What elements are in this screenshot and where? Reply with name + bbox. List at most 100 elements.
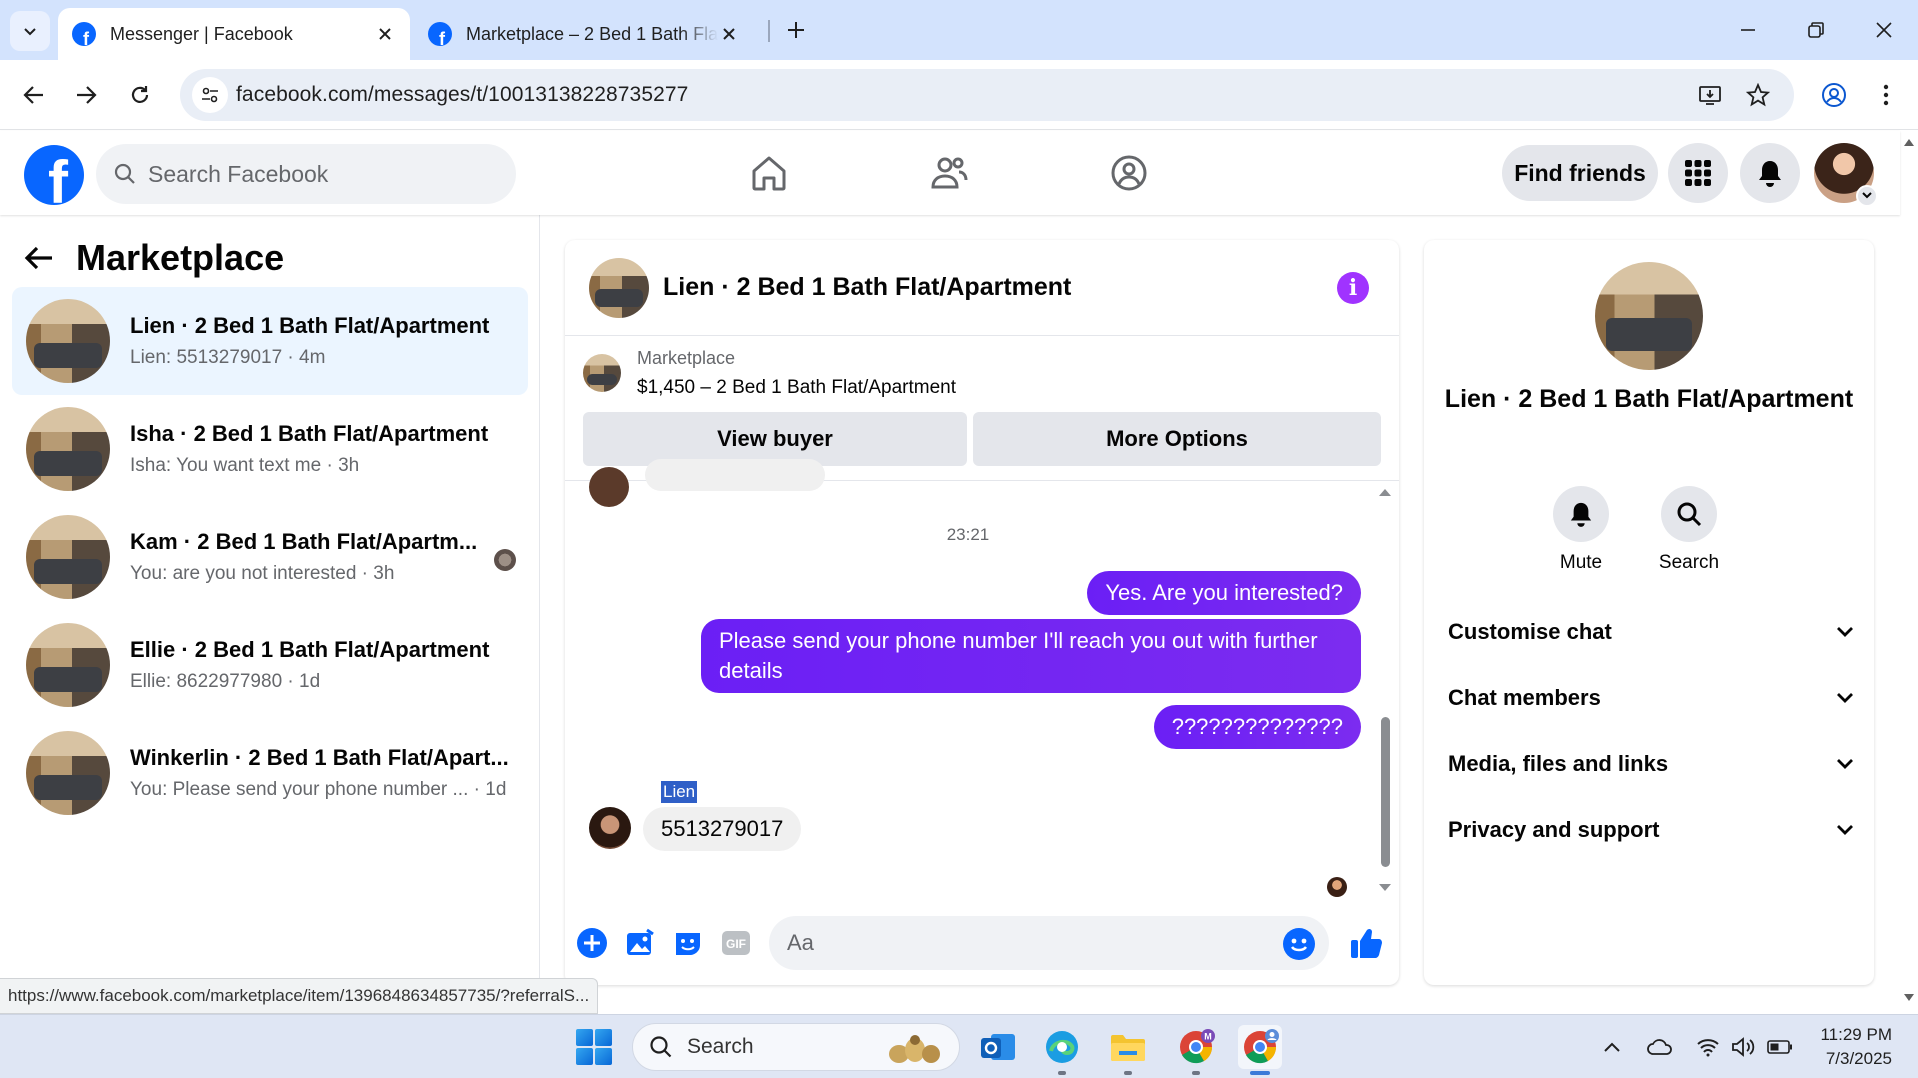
url-text: facebook.com/messages/t/1001313822873527… xyxy=(236,83,689,106)
wifi-icon xyxy=(1697,1039,1719,1057)
taskbar-search[interactable]: Search xyxy=(632,1023,960,1071)
nav-home[interactable] xyxy=(704,143,834,203)
minimize-button[interactable] xyxy=(1728,10,1768,50)
notifications-button[interactable] xyxy=(1740,143,1800,203)
attach-photo-button[interactable] xyxy=(623,926,657,960)
grid-menu-icon xyxy=(1685,160,1711,186)
listing-thumbnail xyxy=(26,407,110,491)
close-tab-icon[interactable] xyxy=(374,23,396,45)
message-bubble-incoming: 5513279017 xyxy=(643,807,802,851)
restore-icon xyxy=(1808,22,1824,38)
view-buyer-button[interactable]: View buyer xyxy=(583,412,967,466)
search-highlight-icon xyxy=(889,1035,940,1063)
gif-button[interactable]: GIF xyxy=(719,926,753,960)
taskbar-edge[interactable] xyxy=(1040,1025,1084,1075)
section-label: Privacy and support xyxy=(1448,817,1660,842)
conversation-item[interactable]: Kam · 2 Bed 1 Bath Flat/Apartm... You: a… xyxy=(12,503,528,611)
like-button[interactable] xyxy=(1349,926,1383,960)
emoji-icon[interactable] xyxy=(1283,928,1315,960)
nav-groups[interactable] xyxy=(1064,143,1194,203)
site-settings-icon[interactable] xyxy=(192,77,228,113)
back-arrow-icon[interactable] xyxy=(24,245,54,271)
profile-avatar[interactable] xyxy=(1814,143,1878,207)
conversation-item[interactable]: Ellie · 2 Bed 1 Bath Flat/Apartment Elli… xyxy=(12,611,528,719)
scroll-up-icon[interactable] xyxy=(1903,137,1915,147)
clock-time: 11:29 PM xyxy=(1820,1025,1892,1044)
chat-scrollbar[interactable] xyxy=(1377,481,1393,901)
page-title: Marketplace xyxy=(76,237,285,278)
scroll-thumb[interactable] xyxy=(1381,717,1390,867)
message-bubble-outgoing: ?????????????? xyxy=(1153,705,1361,749)
conversation-preview: Isha: You want text me · 3h xyxy=(130,455,360,476)
tab-messenger[interactable]: f Messenger | Facebook xyxy=(58,8,410,60)
mute-button[interactable]: Mute xyxy=(1536,486,1626,574)
chevron-down-icon xyxy=(1837,825,1853,835)
close-tab-icon[interactable] xyxy=(718,23,740,45)
scroll-up-icon[interactable] xyxy=(1378,487,1392,497)
outlook-icon xyxy=(981,1034,1015,1060)
conversation-item[interactable]: Isha · 2 Bed 1 Bath Flat/Apartment Isha:… xyxy=(12,395,528,503)
onedrive-tray-icon[interactable] xyxy=(1646,1033,1674,1061)
profile-button[interactable] xyxy=(1814,75,1854,115)
close-window-button[interactable] xyxy=(1864,10,1904,50)
chevron-down-icon xyxy=(1837,759,1853,769)
chat-header: Lien · 2 Bed 1 Bath Flat/Apartment i xyxy=(565,240,1399,336)
reload-button[interactable] xyxy=(120,75,160,115)
back-button[interactable] xyxy=(14,75,54,115)
search-placeholder: Search Facebook xyxy=(148,160,329,187)
more-actions-button[interactable] xyxy=(575,926,609,960)
wifi-tray-icon[interactable] xyxy=(1694,1033,1722,1061)
chat-profile-picture[interactable] xyxy=(1595,262,1703,370)
customise-chat-section[interactable]: Customise chat xyxy=(1448,612,1854,652)
scroll-down-icon[interactable] xyxy=(1378,883,1392,893)
privacy-support-section[interactable]: Privacy and support xyxy=(1448,810,1854,850)
taskbar-outlook[interactable] xyxy=(976,1025,1020,1069)
chat-avatar[interactable] xyxy=(589,257,649,318)
bookmark-star-icon[interactable] xyxy=(1742,79,1774,111)
battery-tray-icon[interactable] xyxy=(1766,1033,1794,1061)
clock-date: 7/3/2025 xyxy=(1825,1049,1892,1068)
conversation-item[interactable]: Winkerlin · 2 Bed 1 Bath Flat/Apart... Y… xyxy=(12,719,528,827)
taskbar-search-placeholder: Search xyxy=(687,1035,754,1058)
taskbar-clock[interactable]: 11:29 PM 7/3/2025 xyxy=(1808,1023,1892,1071)
conversation-item[interactable]: Lien · 2 Bed 1 Bath Flat/Apartment Lien:… xyxy=(12,287,528,395)
windows-start-button[interactable] xyxy=(576,1029,612,1065)
sender-avatar[interactable] xyxy=(589,807,631,849)
menu-button[interactable] xyxy=(1668,143,1728,203)
browser-menu-button[interactable] xyxy=(1866,75,1906,115)
message-input[interactable]: Aa xyxy=(769,916,1329,970)
marketplace-listing-banner[interactable]: Marketplace $1,450 – 2 Bed 1 Bath Flat/A… xyxy=(583,348,956,399)
volume-tray-icon[interactable] xyxy=(1730,1033,1758,1061)
chat-members-section[interactable]: Chat members xyxy=(1448,678,1854,718)
info-icon[interactable]: i xyxy=(1337,272,1369,304)
install-app-icon[interactable] xyxy=(1694,79,1726,111)
show-hidden-icons-button[interactable] xyxy=(1598,1033,1626,1061)
bell-icon xyxy=(1759,161,1781,187)
sticker-button[interactable] xyxy=(671,926,705,960)
forward-button[interactable] xyxy=(66,75,106,115)
scroll-down-icon[interactable] xyxy=(1903,993,1915,1003)
page-scrollbar[interactable] xyxy=(1900,131,1918,1009)
section-label: Chat members xyxy=(1448,685,1601,710)
restore-button[interactable] xyxy=(1796,10,1836,50)
chevron-down-icon xyxy=(24,28,36,36)
nav-friends[interactable] xyxy=(884,143,1014,203)
chat-panel: Lien · 2 Bed 1 Bath Flat/Apartment i Mar… xyxy=(565,240,1399,985)
facebook-logo[interactable]: f xyxy=(24,145,84,205)
search-in-chat-button[interactable]: Search xyxy=(1644,486,1734,574)
taskbar-chrome-profile-2[interactable] xyxy=(1238,1025,1282,1075)
facebook-search-input[interactable]: Search Facebook xyxy=(96,144,516,204)
address-bar[interactable]: facebook.com/messages/t/1001313822873527… xyxy=(180,69,1794,121)
tab-marketplace[interactable]: f Marketplace – 2 Bed 1 Bath Flat/Apartm… xyxy=(414,8,754,60)
tab-search-button[interactable] xyxy=(10,11,50,51)
taskbar-chrome-profile-1[interactable]: M xyxy=(1174,1025,1218,1075)
conversation-name: Kam · 2 Bed 1 Bath Flat/Apartm... xyxy=(130,529,478,554)
find-friends-button[interactable]: Find friends xyxy=(1502,145,1658,201)
more-options-button[interactable]: More Options xyxy=(973,412,1381,466)
taskbar-file-explorer[interactable] xyxy=(1106,1025,1150,1075)
groups-icon xyxy=(1111,155,1147,191)
new-tab-button[interactable] xyxy=(780,14,812,46)
conversation-preview: Ellie: 8622977980 · 1d xyxy=(130,671,321,692)
chat-title[interactable]: Lien · 2 Bed 1 Bath Flat/Apartment xyxy=(663,273,1071,302)
media-files-links-section[interactable]: Media, files and links xyxy=(1448,744,1854,784)
